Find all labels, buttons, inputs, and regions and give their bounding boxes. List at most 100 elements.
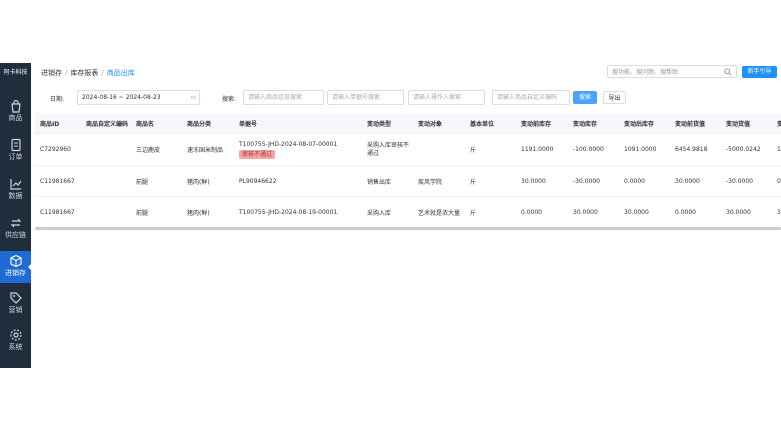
brand-logo: 阿卡科技: [3, 69, 28, 76]
cell-goods-id: C7292960: [40, 146, 71, 153]
global-search-input[interactable]: 搜功能、搜问题、搜帮助: [607, 65, 737, 78]
cell-change-type: 采购入库审核不通过: [367, 141, 410, 157]
cell-value-change: -30.0000: [726, 177, 753, 185]
search-button[interactable]: 搜索: [573, 91, 597, 104]
cell-value-before: 0.0000: [675, 209, 696, 216]
sidebar-item-label: 供应链: [5, 231, 26, 239]
cell-change-type: 销售出库: [367, 178, 392, 186]
filter-bar: 日期: 2024-08-16 ~ 2024-08-23 ▭ 搜索: 请输入商品信…: [31, 88, 781, 108]
custom-code-search-input[interactable]: 请输入商品自定义编码: [492, 90, 570, 105]
sidebar-item-inventory[interactable]: 进销存: [0, 251, 32, 283]
column-header: 基本单位: [470, 120, 495, 128]
cell-category: 速冻国米制品: [187, 147, 224, 154]
cell-stock-after: 1091.0000: [624, 146, 657, 153]
breadcrumb-item[interactable]: 进销存: [41, 69, 62, 77]
cell-stock-after: 0.0000: [624, 177, 645, 185]
sidebar: 阿卡科技 商品 订单 数据 供应链 进销存 营销 系统: [0, 63, 32, 368]
goods-info-search-input[interactable]: 请输入商品信息搜索: [243, 90, 324, 105]
cell-value-change: 30.0000: [726, 209, 751, 216]
cell-category: 猪肉(鲜): [187, 178, 210, 186]
breadcrumb-item[interactable]: 库存报表: [70, 69, 98, 77]
inventory-table: 商品ID 商品自定义编码 商品名 商品分类 单据号 变动类型 变动对象 基本单位…: [35, 113, 781, 229]
cell-truncated: 3: [777, 209, 781, 216]
sidebar-item-label: 进销存: [5, 269, 26, 277]
column-header: 商品分类: [187, 120, 212, 128]
operator-search-input[interactable]: 请输入操作人搜索: [408, 90, 485, 105]
cell-change-target: 疾风学院: [418, 178, 443, 186]
document-icon: [10, 138, 21, 152]
cell-doc-number[interactable]: T100755-JHD-2024-08-19-00001: [239, 197, 337, 228]
cell-unit: 斤: [470, 178, 477, 186]
cell-unit: 斤: [470, 147, 477, 154]
status-badge: 审核不通过: [239, 149, 276, 159]
cell-stock-change: -30.0000: [573, 177, 600, 185]
cell-goods-id: C11981667: [40, 177, 75, 185]
top-bar: 进销存 / 库存报表 / 商品出库 搜功能、搜问题、搜帮助 新手引导: [31, 63, 781, 83]
tag-icon: [9, 292, 22, 304]
table-row[interactable]: C7292960 三边鹿皮 速冻国米制品 T100755-JHD-2024-08…: [35, 134, 781, 166]
cell-goods-id: C11981667: [40, 209, 75, 216]
breadcrumb-current: 商品出库: [106, 69, 135, 77]
cell-stock-change: 30.0000: [573, 209, 598, 216]
search-icon[interactable]: [724, 68, 732, 76]
column-header: 变动类型: [367, 120, 392, 128]
column-header: 变: [777, 120, 781, 128]
cell-truncated: 1: [777, 146, 781, 153]
sidebar-item-system[interactable]: 系统: [0, 325, 31, 357]
table-row[interactable]: C11981667 前腿 猪肉(鲜) T100755-JHD-2024-08-1…: [35, 197, 781, 229]
cell-value-before: 30.0000: [675, 177, 700, 185]
calendar-icon: ▭: [190, 94, 196, 101]
cell-goods-name: 三边鹿皮: [136, 147, 161, 154]
sidebar-item-data[interactable]: 数据: [0, 174, 31, 206]
cell-change-type: 采购入库: [367, 210, 392, 217]
new-user-guide-button[interactable]: 新手引导: [742, 66, 777, 78]
sidebar-item-orders[interactable]: 订单: [0, 135, 31, 167]
cell-value-change: -5000.0242: [726, 146, 761, 153]
cell-stock-change: -100.0000: [573, 146, 604, 153]
column-header: 变动后库存: [624, 120, 655, 128]
sidebar-item-marketing[interactable]: 营销: [0, 288, 31, 320]
cell-value-before: 6454.9818: [675, 146, 708, 153]
sidebar-item-label: 营销: [8, 306, 23, 314]
sidebar-item-label: 订单: [8, 153, 23, 161]
cell-truncated: 0: [777, 177, 781, 185]
breadcrumb: 进销存 / 库存报表 / 商品出库: [41, 69, 135, 77]
cell-doc-number: T100755-JHD-2024-08-07-00001 审核不通过: [239, 134, 337, 165]
sidebar-item-label: 数据: [8, 192, 23, 200]
export-button[interactable]: 导出: [603, 91, 626, 104]
cell-goods-name: 前腿: [136, 210, 149, 217]
date-range-picker[interactable]: 2024-08-16 ~ 2024-08-23 ▭: [77, 90, 200, 105]
doc-number-text[interactable]: T100755-JHD-2024-08-07-00001: [239, 141, 337, 148]
column-header: 商品ID: [40, 120, 60, 128]
search-label: 搜索:: [222, 96, 237, 103]
gear-icon: [9, 329, 22, 341]
column-header: 变动库存: [573, 120, 598, 128]
cell-doc-number[interactable]: PL90946622: [239, 166, 277, 196]
cell-goods-name: 前腿: [136, 178, 149, 186]
bag-icon: [10, 99, 21, 113]
date-label: 日期:: [50, 96, 65, 103]
exchange-icon: [10, 218, 21, 228]
sidebar-item-label: 商品: [8, 114, 23, 122]
cell-stock-before: 1191.0000: [521, 146, 554, 153]
cube-icon: [9, 254, 22, 268]
column-header: 变动货值: [726, 120, 751, 128]
column-header: 变动前货值: [675, 120, 706, 128]
column-header: 变动对象: [418, 120, 443, 128]
chart-icon: [9, 179, 21, 190]
table-header: 商品ID 商品自定义编码 商品名 商品分类 单据号 变动类型 变动对象 基本单位…: [35, 113, 781, 134]
doc-number-search-input[interactable]: 请输入单据号搜索: [327, 90, 404, 105]
sidebar-item-label: 系统: [8, 343, 23, 351]
column-header: 变动前库存: [521, 120, 552, 128]
cell-unit: 斤: [470, 210, 477, 217]
cell-stock-before: 0.0000: [521, 209, 542, 216]
cell-stock-after: 30.0000: [624, 209, 649, 216]
column-header: 商品自定义编码: [86, 120, 129, 128]
cell-stock-before: 30.0000: [521, 177, 546, 185]
table-row[interactable]: C11981667 前腿 猪肉(鲜) PL90946622 销售出库 疾风学院 …: [35, 166, 781, 197]
horizontal-scrollbar[interactable]: [35, 227, 781, 230]
sidebar-item-goods[interactable]: 商品: [0, 96, 31, 128]
sidebar-item-supply-chain[interactable]: 供应链: [0, 213, 31, 245]
cell-change-target: 艺术就是浓大量: [418, 210, 461, 217]
column-header: 商品名: [136, 120, 155, 128]
